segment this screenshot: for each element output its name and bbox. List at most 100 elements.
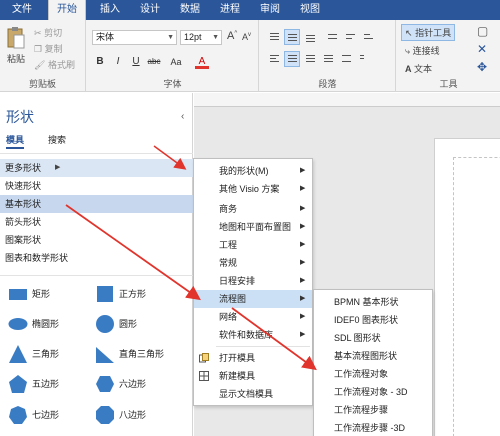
paste-button[interactable]: 粘贴 <box>4 26 28 65</box>
distribute-button[interactable] <box>338 51 354 67</box>
tab-stencils[interactable]: 模具 <box>6 133 25 149</box>
submenu-item-workflow-objects[interactable]: 工作流程对象 <box>314 365 432 383</box>
shape-pentagon[interactable]: 五边形 <box>8 372 98 396</box>
align-top-button[interactable] <box>266 29 282 45</box>
font-name-select[interactable]: 宋体 ▼ <box>92 30 177 45</box>
menu-item-show-doc-stencil[interactable]: 显示文档模具 <box>194 385 312 403</box>
category-pattern-shapes[interactable]: 图案形状 <box>0 231 193 249</box>
collapse-icon[interactable]: ‹ <box>181 111 184 122</box>
menu-item-new-stencil[interactable]: 新建模具 <box>194 367 312 385</box>
category-arrow-shapes[interactable]: 箭头形状 <box>0 213 193 231</box>
italic-button[interactable]: I <box>111 55 125 69</box>
align-left-button[interactable] <box>266 51 282 67</box>
copy-button[interactable]: ❐ 复制 <box>34 42 63 55</box>
connector-button[interactable]: ⤷ 连接线 <box>405 44 440 57</box>
chevron-right-icon: ▶ <box>300 277 306 284</box>
hexagon-icon <box>96 376 114 392</box>
shape-circle[interactable]: 圆形 <box>95 312 185 336</box>
rectangle-icon <box>9 289 27 300</box>
chevron-down-icon: ▼ <box>167 34 174 41</box>
category-more-shapes[interactable]: 更多形状 ▶ <box>0 159 193 177</box>
menu-item-my-shapes[interactable]: 我的形状(M) ▶ <box>194 162 312 180</box>
menu-item-business[interactable]: 商务 ▶ <box>194 200 312 218</box>
shape-heptagon[interactable]: 七边形 <box>8 403 98 427</box>
ribbon: 粘贴 ✂ 剪切 ❐ 复制 🖌 格式刷 剪贴板 宋体 ▼ 12pt ▼ A^ Av B… <box>0 20 500 92</box>
align-middle-button[interactable] <box>284 29 300 45</box>
menu-item-engineering[interactable]: 工程 ▶ <box>194 236 312 254</box>
justify-button[interactable] <box>320 51 336 67</box>
format-painter-button[interactable]: 🖌 格式刷 <box>34 58 75 71</box>
chevron-right-icon: ▶ <box>300 167 306 174</box>
cut-button[interactable]: ✂ 剪切 <box>34 26 62 39</box>
menu-item-maps-floorplans[interactable]: 地图和平面布置图 ▶ <box>194 218 312 236</box>
tab-design[interactable]: 设计 <box>132 0 168 20</box>
move-icon[interactable]: ✥ <box>477 60 487 74</box>
submenu-item-workflow-steps[interactable]: 工作流程步骤 <box>314 401 432 419</box>
tab-home[interactable]: 开始 <box>48 0 86 20</box>
drawing-page[interactable] <box>434 138 500 436</box>
align-right-button[interactable] <box>302 51 318 67</box>
ellipse-icon <box>8 318 28 330</box>
bold-button[interactable]: B <box>93 55 107 69</box>
menu-item-flowchart[interactable]: 流程图 ▶ <box>194 290 312 308</box>
menu-item-other-visio[interactable]: 其他 Visio 方案 ▶ <box>194 180 312 198</box>
category-basic-shapes[interactable]: 基本形状 <box>0 195 193 213</box>
font-size-select[interactable]: 12pt ▼ <box>180 30 222 45</box>
rectangle-tool-icon[interactable]: ▢ <box>477 24 488 38</box>
decrease-indent-button[interactable] <box>342 29 358 45</box>
text-direction-button[interactable] <box>356 51 372 67</box>
connector-icon: ⤷ <box>405 46 411 56</box>
page-margin-guide <box>453 157 500 436</box>
pointer-icon: ↖ <box>405 28 413 38</box>
shape-ellipse[interactable]: 椭圆形 <box>8 312 98 336</box>
tab-view[interactable]: 视图 <box>292 0 328 20</box>
underline-button[interactable]: U <box>129 55 143 69</box>
menu-item-network[interactable]: 网络 ▶ <box>194 308 312 326</box>
menu-item-general[interactable]: 常规 ▶ <box>194 254 312 272</box>
chevron-down-icon: ▼ <box>212 34 219 41</box>
shape-rectangle[interactable]: 矩形 <box>8 282 98 306</box>
menu-item-open-stencil[interactable]: 打开模具 <box>194 349 312 367</box>
align-bottom-button[interactable] <box>302 29 318 45</box>
submenu-item-basic-flowchart[interactable]: 基本流程图形状 <box>314 347 432 365</box>
tab-file[interactable]: 文件 <box>0 0 44 20</box>
submenu-item-idef0[interactable]: IDEF0 图表形状 <box>314 311 432 329</box>
menu-item-schedule[interactable]: 日程安排 ▶ <box>194 272 312 290</box>
shape-square[interactable]: 正方形 <box>95 282 185 306</box>
clipboard-icon <box>7 27 25 49</box>
chevron-right-icon: ▶ <box>300 313 306 320</box>
shape-hexagon[interactable]: 六边形 <box>95 372 185 396</box>
bullets-button[interactable] <box>324 29 340 45</box>
submenu-item-workflow-steps-3d[interactable]: 工作流程步骤 -3D <box>314 419 432 436</box>
circle-icon <box>96 315 114 333</box>
submenu-item-workflow-objects-3d[interactable]: 工作流程对象 - 3D <box>314 383 432 401</box>
shape-triangle[interactable]: 三角形 <box>8 342 98 366</box>
tab-review[interactable]: 审阅 <box>252 0 288 20</box>
change-case-button[interactable]: Aa <box>167 55 185 69</box>
tab-data[interactable]: 数据 <box>172 0 208 20</box>
submenu-item-bpmn[interactable]: BPMN 基本形状 <box>314 293 432 311</box>
right-triangle-icon <box>96 347 114 363</box>
grow-font-button[interactable]: A^ <box>227 30 237 42</box>
tools-group: ↖ 指针工具 ⤷ 连接线 A 文本 ▢ ✕ ✥ 工具 <box>397 20 500 92</box>
align-center-button[interactable] <box>284 51 300 67</box>
submenu-item-sdl[interactable]: SDL 图形状 <box>314 329 432 347</box>
shape-octagon[interactable]: 八边形 <box>95 403 185 427</box>
copy-icon: ❐ <box>34 44 43 54</box>
close-icon[interactable]: ✕ <box>477 42 487 56</box>
shrink-font-button[interactable]: Av <box>242 32 251 42</box>
category-quick-shapes[interactable]: 快速形状 <box>0 177 193 195</box>
shape-right-triangle[interactable]: 直角三角形 <box>95 342 190 366</box>
tab-insert[interactable]: 插入 <box>92 0 128 20</box>
tab-search[interactable]: 搜索 <box>48 133 66 146</box>
strikethrough-button[interactable]: abc <box>145 55 163 69</box>
category-chart-math-shapes[interactable]: 图表和数学形状 <box>0 249 193 267</box>
menu-item-software-db[interactable]: 软件和数据库 ▶ <box>194 326 312 344</box>
increase-indent-button[interactable] <box>360 29 376 45</box>
menu-separator <box>216 346 310 347</box>
octagon-icon <box>96 406 114 424</box>
pointer-tool-button[interactable]: ↖ 指针工具 <box>401 24 456 41</box>
text-tool-button[interactable]: A 文本 <box>405 62 432 75</box>
tab-process[interactable]: 进程 <box>212 0 248 20</box>
font-color-button[interactable]: A <box>195 55 209 69</box>
